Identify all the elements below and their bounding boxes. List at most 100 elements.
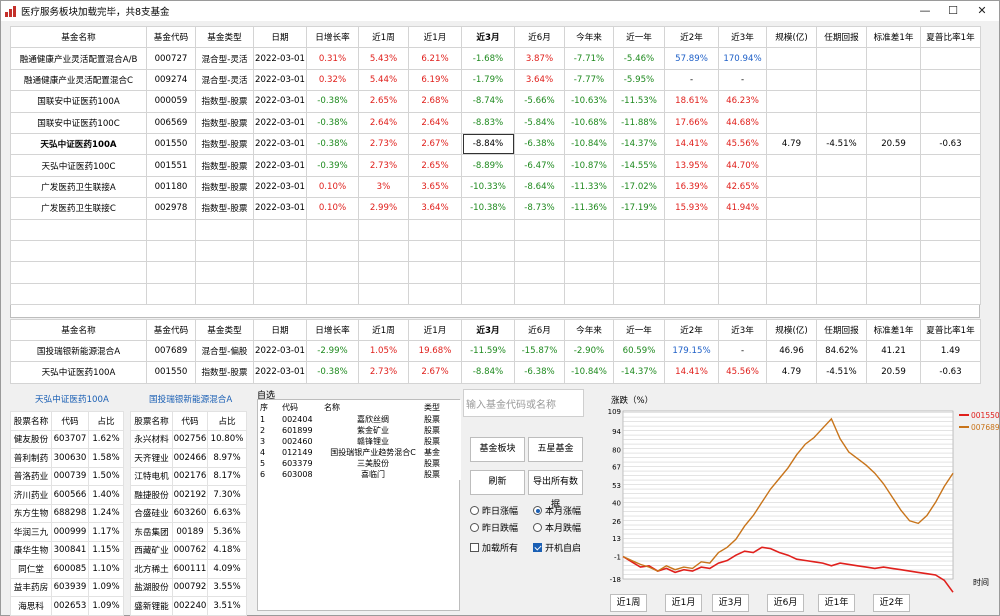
fund-row[interactable]: 天弘中证医药100C 001551 指数型-股票 2022-03-01 -0.39% 2.… [10,154,981,177]
fund-cell[interactable]: -10.87% [564,154,614,177]
fund-cell[interactable]: 指数型-股票 [195,132,254,156]
month-down-radio[interactable]: 本月跌幅 [533,521,581,534]
left-holdings-title[interactable]: 天弘中证医药100A [35,393,109,405]
close-button[interactable]: ✕ [968,1,996,21]
fund-cell[interactable] [766,90,817,113]
holding-row[interactable]: 康华生物 300841 1.15% [10,540,124,560]
fund-cell[interactable]: 3.64% [514,68,565,92]
fund-name-cell[interactable]: 广发医药卫生联接A [10,175,147,199]
fund-cell[interactable]: 007689 [146,340,196,363]
holding-row[interactable]: 天齐锂业 002466 8.97% [130,448,247,468]
column-header[interactable]: 标准差1年 [866,25,921,49]
fund-cell[interactable]: 2.64% [408,111,462,134]
fund-cell[interactable]: -6.38% [514,132,565,156]
fund-cell[interactable]: -17.02% [613,175,665,199]
fund-cell[interactable]: -11.33% [564,175,614,199]
fund-cell[interactable]: 2022-03-01 [253,154,307,177]
fund-cell[interactable] [866,111,921,134]
fund-row[interactable]: 融通健康产业灵活配置混合C 009274 混合型-灵活 2022-03-01 0.32%… [10,68,981,92]
column-header[interactable]: 近6月 [514,318,565,342]
fund-cell[interactable]: -8.64% [514,175,565,199]
watchlist-row[interactable]: 3 002460 赣锋锂业 股票 [258,436,461,447]
fund-cell[interactable]: 2.67% [408,361,462,384]
fund-cell[interactable] [866,175,921,199]
holding-row[interactable]: 盐湖股份 000792 3.55% [130,577,247,597]
fund-cell[interactable]: 45.56% [718,132,767,156]
fund-row[interactable]: 融通健康产业灵活配置混合A/B 000727 混合型-灵活 2022-03-01 0.3… [10,47,981,70]
holding-row[interactable]: 华润三九 000999 1.17% [10,522,124,542]
fund-cell[interactable] [766,47,817,70]
fund-cell[interactable]: 20.59 [866,361,921,384]
holding-row[interactable]: 益丰药房 603939 1.09% [10,577,124,597]
fund-cell[interactable]: -14.37% [613,361,665,384]
fund-cell[interactable] [766,111,817,134]
watchlist-row[interactable]: 5 603379 三美股份 股票 [258,458,461,469]
column-header[interactable]: 基金类型 [195,25,254,49]
maximize-button[interactable]: ☐ [939,1,967,21]
period-button[interactable]: 近6月 [767,594,804,612]
fund-cell[interactable]: -14.37% [613,132,665,156]
fund-cell[interactable] [920,154,981,177]
fund-cell[interactable]: 000059 [146,90,196,113]
fund-cell[interactable] [766,197,817,220]
fund-row[interactable]: 国联安中证医药100C 006569 指数型-股票 2022-03-01 -0.38% 2… [10,111,981,134]
fund-cell[interactable]: 41.94% [718,197,767,220]
column-header[interactable]: 今年来 [564,318,614,342]
fund-cell[interactable]: 0.32% [306,68,359,92]
fund-cell[interactable]: -11.88% [613,111,665,134]
fund-cell[interactable]: -6.47% [514,154,565,177]
fund-name-cell[interactable]: 国联安中证医药100C [10,111,147,134]
fund-cell[interactable] [920,175,981,199]
column-header[interactable]: 近一年 [613,25,665,49]
fund-cell[interactable] [766,154,817,177]
fund-cell[interactable]: 000727 [146,47,196,70]
column-header[interactable]: 近3年 [718,318,767,342]
fund-cell[interactable]: 179.15% [664,340,719,363]
fund-cell[interactable]: 13.95% [664,154,719,177]
column-header[interactable]: 近1月 [408,25,462,49]
fund-cell[interactable] [766,68,817,92]
fund-cell[interactable]: 0.10% [306,197,359,220]
fund-cell[interactable]: -1.68% [461,47,515,70]
column-header[interactable]: 基金代码 [146,318,196,342]
fund-cell[interactable]: 混合型-灵活 [195,68,254,92]
fund-cell[interactable]: 002978 [146,197,196,220]
fund-cell[interactable]: 16.39% [664,175,719,199]
fund-cell[interactable] [816,154,867,177]
fund-cell[interactable]: 006569 [146,111,196,134]
fund-cell[interactable]: 3.87% [514,47,565,70]
watchlist-row[interactable]: 1 002404 嘉欣丝绸 股票 [258,414,461,425]
fund-cell[interactable]: 2022-03-01 [253,197,307,220]
fund-cell[interactable]: 18.61% [664,90,719,113]
column-header[interactable]: 今年来 [564,25,614,49]
fund-cell[interactable]: 2022-03-01 [253,68,307,92]
fund-cell[interactable]: 6.21% [408,47,462,70]
fund-cell[interactable]: -0.38% [306,90,359,113]
fund-cell[interactable]: 44.70% [718,154,767,177]
period-button[interactable]: 近1周 [610,594,647,612]
fund-cell[interactable]: -5.46% [613,47,665,70]
fund-cell[interactable]: 001180 [146,175,196,199]
fund-cell[interactable]: 6.19% [408,68,462,92]
column-header[interactable]: 基金代码 [146,25,196,49]
holding-row[interactable]: 同仁堂 600085 1.10% [10,559,124,579]
fund-cell[interactable]: 0.10% [306,175,359,199]
fund-cell[interactable]: 170.94% [718,47,767,70]
fund-cell[interactable]: 001550 [146,361,196,384]
fund-cell[interactable]: 57.89% [664,47,719,70]
fund-cell[interactable]: -8.74% [461,90,515,113]
fund-row[interactable]: 国联安中证医药100A 000059 指数型-股票 2022-03-01 -0.38% 2… [10,90,981,113]
column-header[interactable]: 夏普比率1年 [920,25,981,49]
column-header[interactable]: 任期回报 [816,318,867,342]
fund-cell[interactable]: -8.83% [461,111,515,134]
watchlist-row[interactable]: 4 012149 国投瑞银产业趋势混合C 基金 [258,447,461,458]
fund-cell[interactable]: 指数型-股票 [195,197,254,220]
fund-cell[interactable]: 指数型-股票 [195,90,254,113]
fund-cell[interactable]: -10.84% [564,361,614,384]
fund-cell[interactable]: -1.79% [461,68,515,92]
fund-name-cell[interactable]: 天弘中证医药100A [10,132,147,156]
fund-cell[interactable]: 17.66% [664,111,719,134]
fund-cell[interactable]: -7.77% [564,68,614,92]
load-all-checkbox[interactable]: 加载所有 [470,541,518,554]
refresh-button[interactable]: 刷新 [470,470,525,495]
